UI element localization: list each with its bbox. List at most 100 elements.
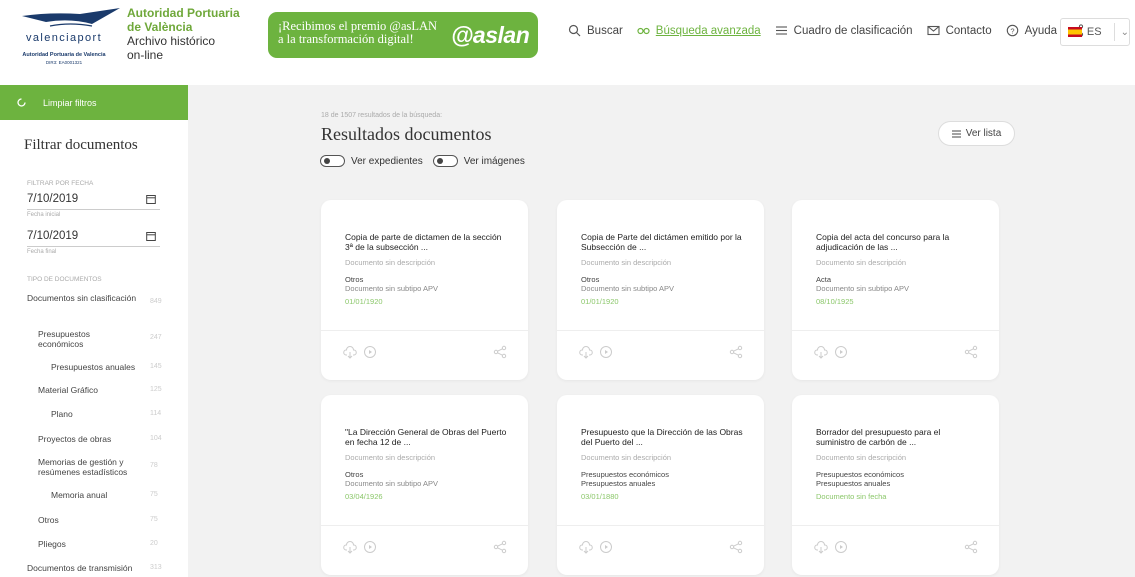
- card-divider: [557, 525, 764, 526]
- view-icon[interactable]: [834, 540, 848, 554]
- doc-type-transmision[interactable]: Documentos de transmisión: [27, 563, 132, 573]
- cloud-download-icon[interactable]: [343, 345, 357, 359]
- card-title[interactable]: Borrador del presupuesto para el suminis…: [816, 427, 981, 447]
- card-date: 03/04/1926: [345, 492, 383, 501]
- doc-type-pliegos[interactable]: Pliegos: [38, 539, 66, 549]
- card-date: 03/01/1880: [581, 492, 619, 501]
- language-selector[interactable]: ES ⌄: [1060, 18, 1130, 46]
- doc-type-count: 20: [150, 540, 158, 547]
- clear-filters-label: Limpiar filtros: [43, 97, 97, 108]
- logo-wordmark: valenciaport: [25, 32, 103, 44]
- document-card[interactable]: Copia de parte de dictamen de la sección…: [321, 200, 528, 380]
- view-icon[interactable]: [363, 345, 377, 359]
- nav-help[interactable]: ? Ayuda: [1006, 24, 1057, 37]
- end-date-field[interactable]: 7/10/2019: [27, 227, 160, 247]
- doc-type-plano[interactable]: Plano: [51, 409, 73, 419]
- award-line-1: ¡Recibimos el premio @asLAN: [278, 19, 438, 33]
- cloud-download-icon[interactable]: [579, 540, 593, 554]
- card-subtype: Documento sin subtipo APV: [345, 284, 438, 293]
- card-date: 08/10/1925: [816, 297, 854, 306]
- doc-type-count: 75: [150, 516, 158, 523]
- share-icon[interactable]: [729, 540, 743, 554]
- results-count: 18 de 1507 resultados de la búsqueda:: [321, 112, 443, 119]
- cloud-download-icon[interactable]: [579, 345, 593, 359]
- share-icon[interactable]: [493, 345, 507, 359]
- share-icon[interactable]: [964, 345, 978, 359]
- card-title[interactable]: Copia de parte de dictamen de la sección…: [345, 232, 510, 252]
- award-banner[interactable]: ¡Recibimos el premio @asLAN a la transfo…: [268, 12, 538, 58]
- expedientes-toggle[interactable]: [320, 155, 345, 167]
- doc-type-memorias-gestion[interactable]: Memorias de gestión y resúmenes estadíst…: [38, 457, 143, 477]
- doc-type-count: 145: [150, 363, 162, 370]
- valenciaport-logo[interactable]: valenciaport Autoridad Portuaria de Vale…: [8, 8, 120, 68]
- list-icon: [775, 26, 787, 35]
- view-icon[interactable]: [599, 540, 613, 554]
- card-title[interactable]: Presupuesto que la Dirección de las Obra…: [581, 427, 746, 447]
- view-list-button[interactable]: Ver lista: [938, 121, 1015, 146]
- nav-contact-label: Contacto: [945, 24, 992, 37]
- card-title[interactable]: "La Dirección General de Obras del Puert…: [345, 427, 510, 447]
- doc-type-sin-clasificacion[interactable]: Documentos sin clasificación: [27, 293, 137, 303]
- document-card[interactable]: Copia de Parte del dictámen emitido por …: [557, 200, 764, 380]
- doc-type-count: 247: [150, 334, 162, 341]
- doc-type-count: 78: [150, 462, 158, 469]
- doc-type-count: 114: [150, 410, 162, 417]
- calendar-icon[interactable]: [146, 231, 156, 241]
- share-icon[interactable]: [729, 345, 743, 359]
- clear-filters-button[interactable]: Limpiar filtros: [0, 85, 188, 120]
- doc-type-memoria-anual[interactable]: Memoria anual: [51, 490, 107, 500]
- doc-types-label: TIPO DE DOCUMENTOS: [27, 276, 102, 283]
- nav-classification[interactable]: Cuadro de clasificación: [775, 24, 913, 37]
- cloud-download-icon[interactable]: [814, 345, 828, 359]
- imagenes-toggle[interactable]: [432, 155, 458, 167]
- doc-type-otros[interactable]: Otros: [38, 515, 59, 525]
- svg-text:?: ?: [1010, 26, 1014, 35]
- view-icon[interactable]: [834, 345, 848, 359]
- nav-advanced-search-label: Búsqueda avanzada: [655, 24, 761, 37]
- card-divider: [557, 330, 764, 331]
- card-subtype: Documento sin subtipo APV: [581, 284, 674, 293]
- cloud-download-icon[interactable]: [343, 540, 357, 554]
- card-description: Documento sin descripción: [345, 258, 436, 267]
- card-subtype: Documento sin subtipo APV: [345, 479, 438, 488]
- calendar-icon[interactable]: [146, 194, 156, 204]
- nav-search-label: Buscar: [587, 24, 623, 37]
- search-icon: [568, 24, 581, 37]
- nav-contact[interactable]: Contacto: [927, 24, 992, 37]
- doc-type-presupuestos-economicos[interactable]: Presupuestos económicos: [38, 329, 128, 349]
- document-card[interactable]: "La Dirección General de Obras del Puert…: [321, 395, 528, 575]
- card-title[interactable]: Copia del acta del concurso para la adju…: [816, 232, 981, 252]
- nav-advanced-search[interactable]: Búsqueda avanzada: [637, 24, 761, 37]
- cloud-download-icon[interactable]: [814, 540, 828, 554]
- share-icon[interactable]: [493, 540, 507, 554]
- results-title: Resultados documentos: [321, 124, 492, 144]
- doc-type-proyectos-obras[interactable]: Proyectos de obras: [38, 434, 111, 444]
- header: valenciaport Autoridad Portuaria de Vale…: [0, 0, 1135, 78]
- card-description: Documento sin descripción: [816, 258, 907, 267]
- document-card[interactable]: Copia del acta del concurso para la adju…: [792, 200, 999, 380]
- card-title[interactable]: Copia de Parte del dictámen emitido por …: [581, 232, 746, 252]
- view-icon[interactable]: [599, 345, 613, 359]
- doc-type-material-grafico[interactable]: Material Gráfico: [38, 385, 98, 395]
- doc-type-count: 849: [150, 298, 162, 305]
- start-date-field[interactable]: 7/10/2019: [27, 190, 160, 210]
- filter-sidebar: Limpiar filtros Filtrar documentos FILTR…: [0, 85, 188, 577]
- logo-subtitle: Autoridad Portuaria de Valencia: [22, 52, 106, 58]
- end-date-value: 7/10/2019: [27, 230, 79, 242]
- institution-line-2: de València: [127, 20, 193, 34]
- doc-type-presupuestos-anuales[interactable]: Presupuestos anuales: [51, 362, 135, 372]
- view-icon[interactable]: [363, 540, 377, 554]
- spain-flag-icon: [1068, 27, 1082, 37]
- language-code: ES: [1086, 26, 1102, 38]
- card-description: Documento sin descripción: [816, 453, 907, 462]
- award-line-2: a la transformación digital!: [278, 32, 414, 46]
- share-icon[interactable]: [964, 540, 978, 554]
- card-divider: [321, 525, 528, 526]
- document-card[interactable]: Presupuesto que la Dirección de las Obra…: [557, 395, 764, 575]
- doc-type-count: 125: [150, 386, 162, 393]
- toggle-knob: [324, 158, 330, 164]
- document-card[interactable]: Borrador del presupuesto para el suminis…: [792, 395, 999, 575]
- view-toggles: Ver expedientes Ver imágenes: [320, 155, 535, 167]
- nav-search[interactable]: Buscar: [568, 24, 623, 37]
- mail-icon: [927, 25, 940, 36]
